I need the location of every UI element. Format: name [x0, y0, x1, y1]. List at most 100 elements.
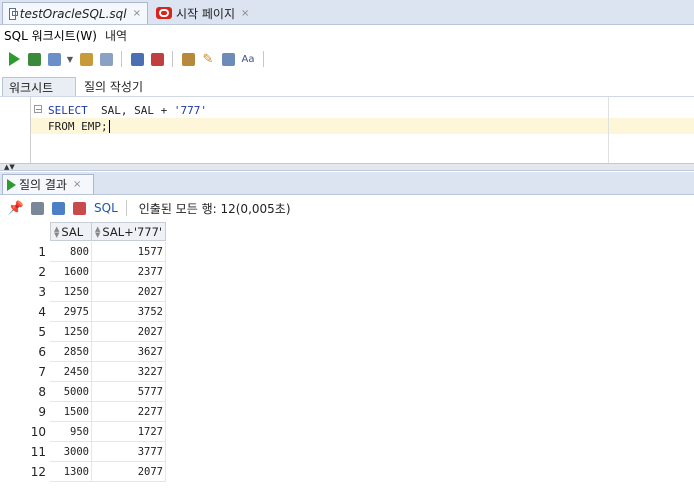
toolbar-divider	[121, 51, 122, 67]
cell-sal[interactable]: 1600	[50, 262, 92, 282]
print-button[interactable]	[29, 200, 45, 216]
explain-icon	[99, 52, 113, 66]
cell-sal-plus-777[interactable]: 1727	[92, 422, 166, 442]
cell-sal-plus-777[interactable]: 5777	[92, 382, 166, 402]
cell-sal-plus-777[interactable]: 2077	[92, 462, 166, 482]
column-header-sal[interactable]: ▲ ▼ SAL	[50, 222, 92, 241]
fold-icon[interactable]: −	[34, 105, 42, 114]
table-row[interactable]: 5 1250 2027	[0, 322, 166, 342]
cell-sal-plus-777[interactable]: 2277	[92, 402, 166, 422]
script-icon	[27, 52, 41, 66]
sql-button[interactable]: SQL	[94, 201, 118, 215]
cell-sal-plus-777[interactable]: 3777	[92, 442, 166, 462]
table-row[interactable]: 2 1600 2377	[0, 262, 166, 282]
table-row[interactable]: 8 5000 5777	[0, 382, 166, 402]
cell-sal-plus-777[interactable]: 2377	[92, 262, 166, 282]
cell-sal-plus-777[interactable]: 3627	[92, 342, 166, 362]
cell-sal[interactable]: 1250	[50, 282, 92, 302]
refresh-button[interactable]	[50, 200, 66, 216]
cell-sal[interactable]: 1250	[50, 322, 92, 342]
run-statement-button[interactable]	[6, 51, 22, 67]
cell-sal-plus-777[interactable]: 1577	[92, 242, 166, 262]
commit-button[interactable]	[46, 51, 62, 67]
results-tab-bar: 질의 결과 ×	[0, 172, 694, 195]
cell-sal[interactable]: 3000	[50, 442, 92, 462]
table-row[interactable]: 12 1300 2077	[0, 462, 166, 482]
table-row[interactable]: 10 950 1727	[0, 422, 166, 442]
cell-sal[interactable]: 1300	[50, 462, 92, 482]
sql-file-icon	[9, 7, 18, 20]
cell-sal[interactable]: 2850	[50, 342, 92, 362]
close-icon[interactable]: ×	[133, 8, 141, 19]
sort-icon: ▲ ▼	[54, 224, 60, 239]
cell-sal[interactable]: 800	[50, 242, 92, 262]
cell-sal-plus-777[interactable]: 3752	[92, 302, 166, 322]
tab-query-result[interactable]: 질의 결과 ×	[2, 174, 94, 194]
cancel-icon	[72, 201, 86, 215]
sql-history-button[interactable]	[180, 51, 196, 67]
cell-sal[interactable]: 5000	[50, 382, 92, 402]
document-tab-bar: testOracleSQL.sql × 시작 페이지 ×	[0, 0, 694, 25]
explain-plan-button[interactable]	[98, 51, 114, 67]
rollback-button[interactable]	[78, 51, 94, 67]
run-script-button[interactable]	[26, 51, 42, 67]
pane-splitter[interactable]: ▲▼	[0, 163, 694, 171]
cell-sal-plus-777[interactable]: 2027	[92, 322, 166, 342]
close-icon[interactable]: ×	[73, 179, 81, 190]
cancel-query-button[interactable]	[71, 200, 87, 216]
run-icon	[7, 178, 16, 191]
clear-button[interactable]	[149, 51, 165, 67]
table-row[interactable]: 4 2975 3752	[0, 302, 166, 322]
table-row[interactable]: 6 2850 3627	[0, 342, 166, 362]
oracle-icon	[156, 7, 172, 19]
table-row[interactable]: 11 3000 3777	[0, 442, 166, 462]
cell-sal-plus-777[interactable]: 2027	[92, 282, 166, 302]
close-icon[interactable]: ×	[241, 8, 249, 19]
row-number: 3	[38, 285, 46, 299]
row-number: 1	[38, 245, 46, 259]
sql-editor[interactable]: − SELECT SAL, SAL + '777' FROM EMP;	[0, 97, 694, 163]
toolbar-divider	[125, 200, 127, 216]
row-number: 8	[38, 385, 46, 399]
print-icon	[30, 201, 44, 215]
table-row[interactable]: 3 1250 2027	[0, 282, 166, 302]
sql-text: SAL, SAL +	[87, 103, 174, 117]
tab-start-page[interactable]: 시작 페이지 ×	[150, 2, 258, 24]
tab-history[interactable]: 내역	[101, 27, 131, 44]
cell-sal[interactable]: 2975	[50, 302, 92, 322]
result-grid: ▲ ▼ SAL ▲ ▼ SAL+'777' 1 800 1577 2 1600 2377 3 1250…	[0, 222, 694, 491]
worksheet-mode-tabs: SQL 워크시트(W) 내역	[0, 25, 694, 45]
editor-gutter	[4, 97, 30, 163]
tab-sql-worksheet[interactable]: SQL 워크시트(W)	[0, 27, 101, 44]
row-number: 2	[38, 265, 46, 279]
right-margin-line	[608, 97, 609, 163]
cell-sal[interactable]: 2450	[50, 362, 92, 382]
table-row[interactable]: 9 1500 2277	[0, 402, 166, 422]
table-row[interactable]: 1 800 1577	[0, 242, 166, 262]
tab-label: 질의 작성기	[84, 80, 144, 94]
cell-sal-plus-777[interactable]: 3227	[92, 362, 166, 382]
autotrace-button[interactable]	[129, 51, 145, 67]
tab-worksheet[interactable]: 워크시트	[2, 77, 76, 96]
cell-sal[interactable]: 1500	[50, 402, 92, 422]
tab-testoraclesql[interactable]: testOracleSQL.sql ×	[2, 2, 148, 24]
dropdown-arrow-button[interactable]: ▼	[66, 51, 74, 67]
split-arrows-icon[interactable]: ▲▼	[4, 164, 15, 171]
clear-icon	[150, 52, 164, 66]
sort-icon: ▲ ▼	[95, 224, 101, 239]
cell-sal[interactable]: 950	[50, 422, 92, 442]
toolbar-divider	[263, 51, 264, 67]
tab-title: 시작 페이지	[176, 6, 236, 21]
tab-title: testOracleSQL.sql	[19, 6, 127, 21]
format-case-button[interactable]: Aa	[240, 51, 256, 67]
editor-toolbar: ▼ ✎ Aa	[0, 46, 694, 72]
row-number: 11	[30, 445, 46, 459]
table-row[interactable]: 7 2450 3227	[0, 362, 166, 382]
tab-query-builder[interactable]: 질의 작성기	[78, 77, 149, 96]
tab-label: 질의 결과	[19, 178, 67, 192]
row-number: 10	[30, 425, 46, 439]
eraser-button[interactable]: ✎	[200, 51, 216, 67]
pin-button[interactable]: 📌	[8, 200, 24, 216]
sql-tuning-button[interactable]	[220, 51, 236, 67]
column-header-sal-plus-777[interactable]: ▲ ▼ SAL+'777'	[91, 222, 166, 241]
